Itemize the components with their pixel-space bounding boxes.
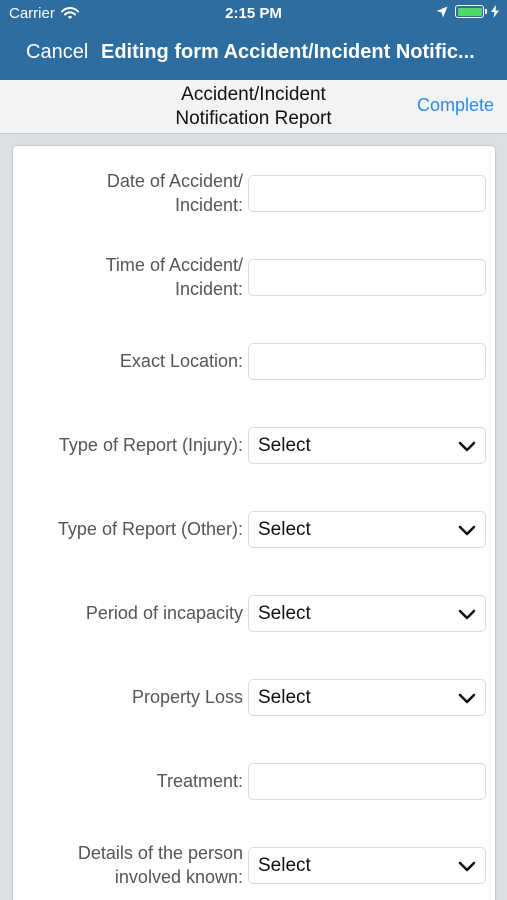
cancel-button[interactable]: Cancel: [26, 41, 88, 64]
date-input[interactable]: [248, 175, 486, 212]
report-other-value: Select: [258, 519, 311, 540]
date-label-line1: Date of Accident/: [106, 171, 243, 191]
battery-icon: [455, 5, 487, 18]
chevron-down-icon: [458, 861, 476, 872]
location-input[interactable]: [248, 343, 486, 380]
complete-button[interactable]: Complete: [417, 95, 494, 116]
date-row: Date of Accident/ Incident:: [13, 171, 495, 215]
time-label-line1: Time of Accident/: [105, 255, 243, 275]
time-label: Time of Accident/ Incident:: [13, 253, 243, 301]
form-title: Accident/Incident Notification Report: [130, 83, 377, 131]
treatment-row: Treatment:: [13, 759, 495, 803]
property-loss-row: Property Loss Select: [13, 675, 495, 719]
property-loss-value: Select: [258, 687, 311, 708]
time-label-line2: Incident:: [174, 279, 243, 299]
chevron-down-icon: [458, 609, 476, 620]
status-bar: Carrier 2:15 PM: [0, 0, 507, 28]
navigation-bar: Cancel Editing form Accident/Incident No…: [0, 28, 507, 80]
location-row: Exact Location:: [13, 339, 495, 383]
form-header: Accident/Incident Notification Report Co…: [0, 80, 507, 134]
incapacity-row: Period of incapacity Select: [13, 591, 495, 635]
person-details-value: Select: [258, 855, 311, 876]
incapacity-label: Period of incapacity: [85, 603, 243, 623]
nav-title: Editing form Accident/Incident Notific..…: [101, 41, 475, 63]
form-card: Date of Accident/ Incident: Time of Acci…: [13, 146, 495, 900]
status-indicators: [436, 5, 499, 18]
person-details-label-line1: Details of the person: [77, 843, 243, 863]
report-injury-value: Select: [258, 435, 311, 456]
person-details-label-line2: involved known:: [114, 867, 243, 887]
property-loss-select[interactable]: Select: [248, 679, 486, 716]
clock: 2:15 PM: [225, 5, 282, 22]
time-row: Time of Accident/ Incident:: [13, 255, 495, 299]
report-other-select[interactable]: Select: [248, 511, 486, 548]
person-details-row: Details of the person involved known: Se…: [13, 843, 495, 887]
location-arrow-icon: [436, 6, 448, 17]
person-details-label: Details of the person involved known:: [13, 841, 243, 889]
person-details-select[interactable]: Select: [248, 847, 486, 884]
location-label: Exact Location:: [119, 351, 243, 371]
report-injury-select[interactable]: Select: [248, 427, 486, 464]
form-title-line1: Accident/Incident: [181, 84, 326, 105]
report-injury-label: Type of Report (Injury):: [58, 435, 243, 455]
treatment-label: Treatment:: [156, 771, 243, 791]
report-other-row: Type of Report (Other): Select: [13, 507, 495, 551]
report-other-label: Type of Report (Other):: [57, 519, 243, 539]
property-loss-label: Property Loss: [131, 687, 243, 707]
date-label: Date of Accident/ Incident:: [13, 169, 243, 217]
form-title-line2: Notification Report: [175, 108, 332, 129]
chevron-down-icon: [458, 441, 476, 452]
charging-bolt-icon: [491, 5, 499, 18]
treatment-input[interactable]: [248, 763, 486, 800]
chevron-down-icon: [458, 525, 476, 536]
date-label-line2: Incident:: [174, 195, 243, 215]
incapacity-select[interactable]: Select: [248, 595, 486, 632]
time-input[interactable]: [248, 259, 486, 296]
chevron-down-icon: [458, 693, 476, 704]
incapacity-value: Select: [258, 603, 311, 624]
report-injury-row: Type of Report (Injury): Select: [13, 423, 495, 467]
